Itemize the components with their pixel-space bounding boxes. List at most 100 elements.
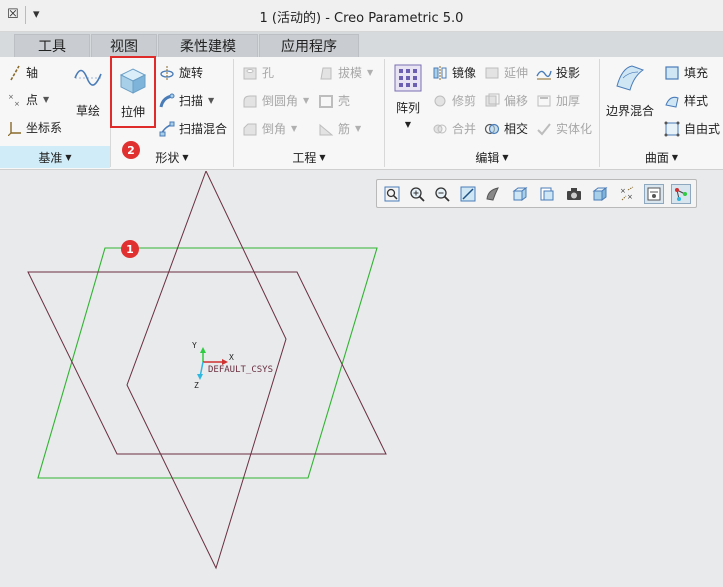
group-engineering-text: 工程 (292, 150, 317, 165)
spin-center-icon: ×× (620, 186, 634, 201)
revolve-button[interactable]: 旋转 (159, 64, 203, 81)
thicken-button[interactable]: 加厚 (536, 92, 580, 109)
tab-tools[interactable]: 工具 (14, 34, 90, 57)
pattern-icon (394, 64, 422, 92)
intersect-icon (484, 123, 500, 134)
extrude-highlight-box (110, 56, 156, 128)
csys-label: 坐标系 (26, 121, 63, 135)
view-manager-button[interactable] (537, 184, 557, 204)
rib-button[interactable]: 筋 ▼ (318, 120, 361, 137)
sweep-button[interactable]: 扫描 ▼ (159, 92, 214, 109)
axis-label: 轴 (26, 66, 39, 80)
tab-label: 视图 (110, 39, 138, 55)
csys-x-label: X (229, 353, 234, 362)
svg-text:×: × (627, 193, 633, 201)
merge-button[interactable]: 合并 (432, 120, 476, 137)
point-button[interactable]: × × 点 ▼ (8, 91, 49, 108)
pattern-label: 阵列 (395, 101, 420, 115)
chevron-down-icon: ▼ (182, 152, 189, 162)
group-editing-text: 编辑 (475, 150, 500, 165)
group-surfaces-text: 曲面 (644, 150, 669, 165)
round-button[interactable]: 倒圆角 ▼ (242, 92, 309, 109)
project-button[interactable]: 投影 (536, 64, 580, 81)
sketch-label: 草绘 (75, 104, 100, 118)
boundary-blend-label: 边界混合 (605, 104, 654, 118)
extend-button[interactable]: 延伸 (484, 64, 528, 81)
thicken-label: 加厚 (556, 94, 581, 108)
group-shapes-text: 形状 (155, 150, 180, 165)
project-icon (536, 70, 552, 79)
axis-button[interactable]: 轴 (8, 64, 38, 81)
shell-button[interactable]: 壳 (318, 92, 350, 109)
maroon-parallelogram-outline[interactable] (27, 271, 387, 455)
group-editing-label[interactable]: 编辑 ▼ (385, 146, 599, 168)
chevron-down-icon: ▼ (404, 120, 412, 129)
sketcher-display-button[interactable] (671, 184, 691, 204)
zoom-in-button[interactable] (407, 184, 427, 204)
draft-label: 拔模 (338, 66, 363, 80)
group-shapes-label[interactable]: 形状 ▼ (111, 146, 233, 168)
csys-button[interactable]: 坐标系 (8, 119, 62, 136)
trim-button[interactable]: 修剪 (432, 92, 476, 109)
chamfer-icon (243, 123, 257, 135)
point-label: 点 (26, 93, 39, 107)
chevron-down-icon: ▼ (43, 95, 50, 104)
solidify-button[interactable]: 实体化 (536, 120, 592, 137)
zoom-out-icon (435, 187, 450, 202)
offset-button[interactable]: 偏移 (484, 92, 528, 109)
svg-text:×: × (8, 93, 14, 101)
boundary-blend-button[interactable]: 边界混合 (603, 62, 657, 119)
draft-button[interactable]: 拔模 ▼ (318, 64, 373, 81)
pattern-button[interactable]: 阵列 ▼ (391, 63, 425, 129)
revolve-label: 旋转 (179, 66, 204, 80)
group-datum-label[interactable]: 基准 ▼ (0, 146, 110, 168)
svg-text:×: × (14, 100, 20, 108)
chevron-down-icon: ▼ (65, 152, 72, 162)
hole-button[interactable]: 孔 (242, 64, 274, 81)
zoom-out-button[interactable] (432, 184, 452, 204)
display-style-button[interactable] (483, 184, 503, 204)
tab-applications[interactable]: 应用程序 (259, 34, 359, 57)
csys-y-label: Y (192, 341, 197, 350)
tab-flexible-modeling[interactable]: 柔性建模 (158, 34, 258, 57)
annotation-display-icon (592, 187, 608, 201)
merge-label: 合并 (452, 122, 477, 136)
graphics-area[interactable]: Y X Z DEFAULT_CSYS (0, 171, 723, 587)
thicken-icon (537, 95, 551, 106)
perspective-button[interactable] (564, 184, 584, 204)
green-sketch-outline[interactable] (37, 247, 378, 479)
offset-label: 偏移 (504, 94, 529, 108)
annotation-display-button[interactable] (590, 184, 610, 204)
swept-blend-button[interactable]: 扫描混合 (159, 120, 227, 137)
fill-icon (665, 65, 679, 80)
svg-text:×: × (620, 187, 626, 195)
intersect-button[interactable]: 相交 (484, 120, 528, 137)
display-style-icon (486, 187, 499, 201)
sketch-button[interactable]: 草绘 (70, 62, 106, 119)
spin-center-button[interactable]: × × (617, 184, 637, 204)
repaint-button[interactable] (458, 184, 478, 204)
swept-blend-icon (159, 121, 175, 136)
group-engineering-label[interactable]: 工程 ▼ (234, 146, 384, 168)
datum-display-button[interactable] (644, 184, 664, 204)
sketch-icon (74, 69, 102, 86)
chevron-down-icon: ▼ (502, 152, 509, 162)
tab-view[interactable]: 视图 (91, 34, 157, 57)
window-title: 1 (活动的) - Creo Parametric 5.0 (259, 11, 464, 26)
saved-orientations-button[interactable] (510, 184, 530, 204)
hole-icon (243, 67, 257, 79)
group-surfaces-label[interactable]: 曲面 ▼ (600, 146, 723, 168)
freestyle-button[interactable]: 自由式 (664, 120, 720, 137)
chevron-down-icon: ▼ (208, 96, 215, 105)
fill-label: 填充 (684, 66, 709, 80)
mirror-button[interactable]: 镜像 (432, 64, 476, 81)
fill-button[interactable]: 填充 (664, 64, 708, 81)
chamfer-button[interactable]: 倒角 ▼ (242, 120, 297, 137)
mirror-icon (433, 65, 447, 80)
in-graphics-view-toolbar: × × (376, 179, 697, 208)
style-button[interactable]: 样式 (664, 92, 708, 109)
refit-button[interactable] (382, 184, 402, 204)
point-icon: ×× (8, 93, 20, 108)
csys-name-label: DEFAULT_CSYS (208, 365, 273, 375)
creo-window: ☒ ▾ 1 (活动的) - Creo Parametric 5.0 工具 视图 … (0, 0, 723, 587)
